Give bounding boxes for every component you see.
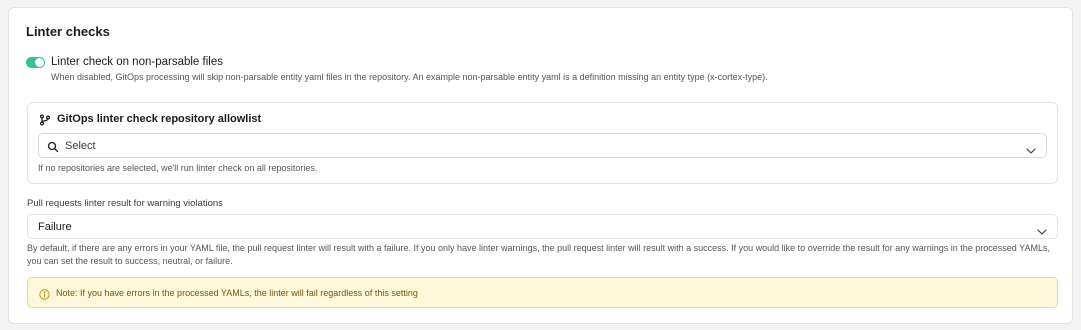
linter-checks-card: Linter checks Linter check on non-parsab… [8, 7, 1073, 324]
toggle-label: Linter check on non-parsable files [51, 56, 223, 68]
toggle-description: When disabled, GitOps processing will sk… [51, 72, 768, 82]
allowlist-header: GitOps linter check repository allowlist [39, 113, 262, 126]
warnings-result-label: Pull requests linter result for warning … [27, 198, 223, 209]
chevron-down-icon [1026, 142, 1036, 154]
allowlist-title: GitOps linter check repository allowlist [57, 113, 262, 125]
warning-note: Note: If you have errors in the processe… [27, 277, 1058, 308]
warnings-result-value: Failure [38, 221, 72, 233]
git-branch-icon [39, 113, 51, 126]
warnings-result-description: By default, if there are any errors in y… [27, 243, 1050, 266]
warnings-result-dropdown[interactable]: Failure [27, 214, 1058, 239]
chevron-down-icon [1037, 223, 1047, 235]
select-placeholder: Select [65, 139, 96, 152]
info-icon [39, 287, 50, 300]
section-title: Linter checks [26, 24, 110, 39]
search-icon [47, 140, 59, 152]
allowlist-card: GitOps linter check repository allowlist… [27, 102, 1058, 184]
non-parsable-toggle[interactable] [26, 57, 45, 68]
allowlist-help-text: If no repositories are selected, we'll r… [38, 163, 318, 173]
repository-select[interactable]: Select [38, 133, 1047, 158]
note-text: Note: If you have errors in the processe… [56, 287, 418, 298]
toggle-knob [35, 58, 44, 67]
